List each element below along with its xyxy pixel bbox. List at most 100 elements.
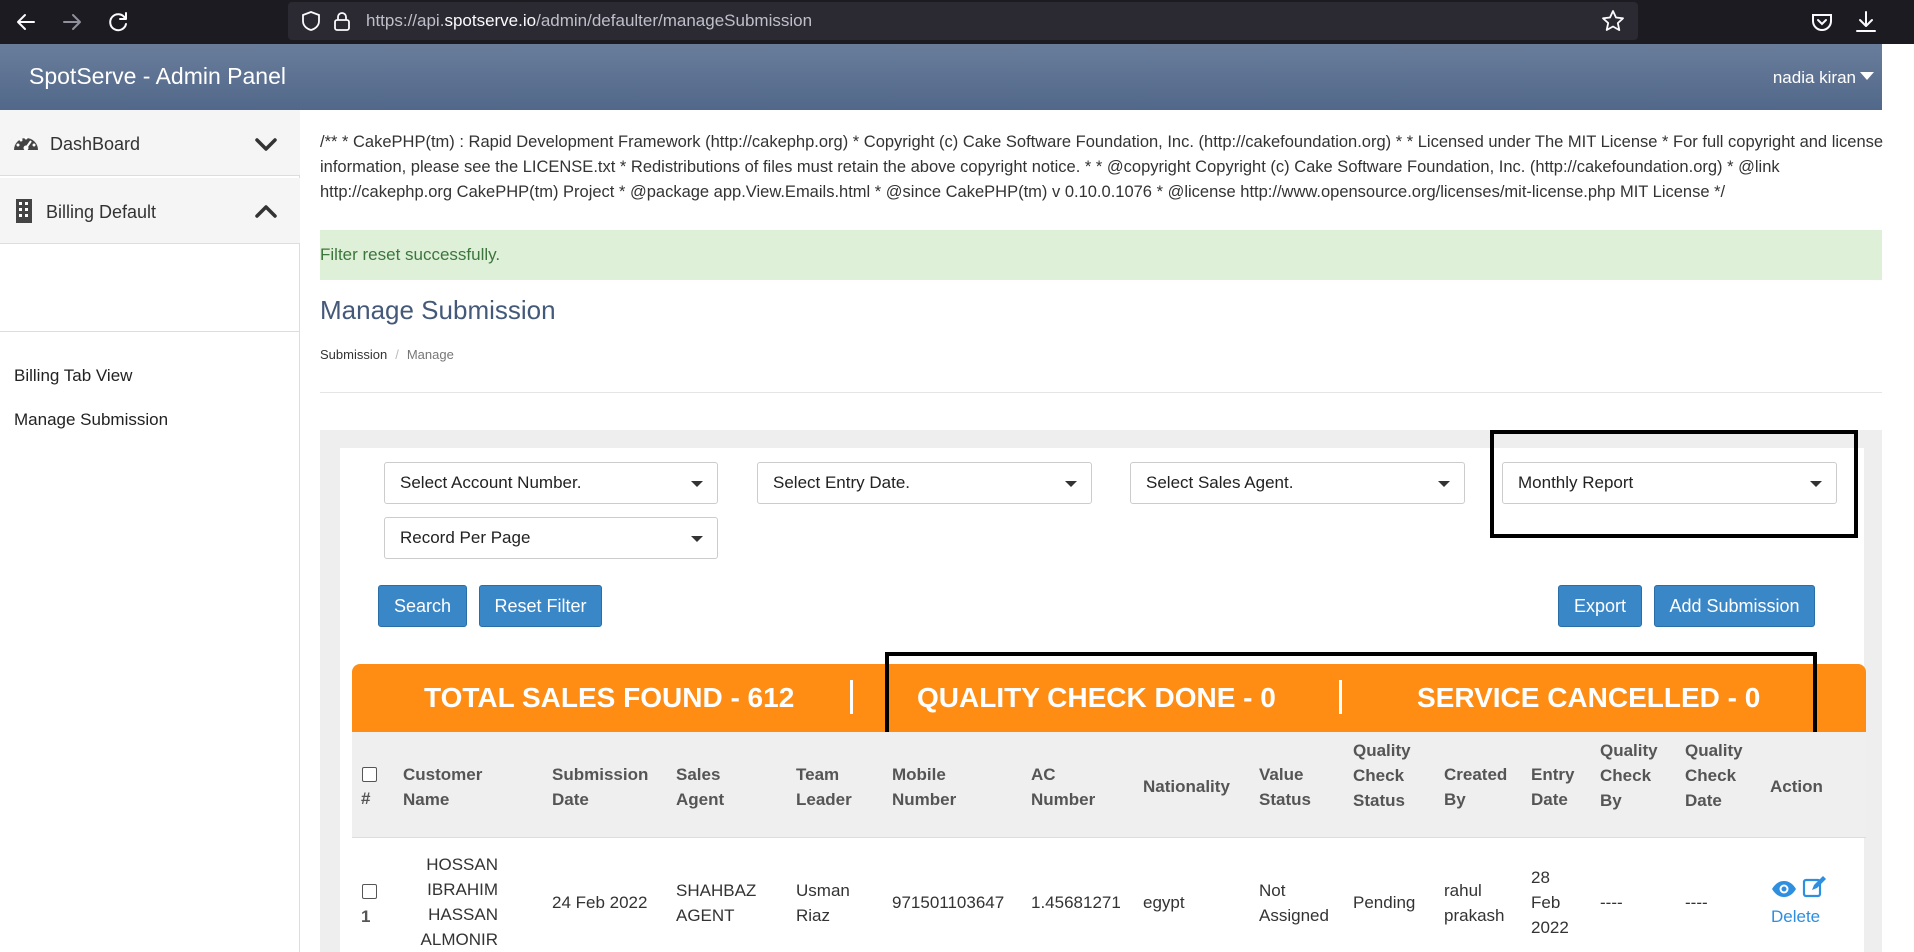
cell-line: Assigned xyxy=(1259,906,1329,925)
caret-down-icon xyxy=(1065,481,1077,487)
th-line: Status xyxy=(1259,790,1311,809)
caret-down-icon xyxy=(1438,481,1450,487)
th-action: Action xyxy=(1770,777,1823,796)
th-ac-number[interactable]: AC Number xyxy=(1031,762,1095,812)
summary-separator xyxy=(850,680,853,714)
th-sales-agent[interactable]: Sales Agent xyxy=(676,762,724,812)
th-qc-status[interactable]: Quality Check Status xyxy=(1353,738,1411,813)
cell-line: 2022 xyxy=(1531,918,1569,937)
entry-date-value: Select Entry Date. xyxy=(773,473,911,492)
cell-line: SHAHBAZ xyxy=(676,881,757,900)
th-line: By xyxy=(1444,790,1466,809)
sidebar-item-dashboard[interactable]: DashBoard xyxy=(0,110,300,176)
th-line: Entry xyxy=(1531,765,1575,784)
table-header: # Customer Name Submission Date Sales Agent… xyxy=(352,732,1866,838)
row-checkbox[interactable] xyxy=(362,884,377,899)
th-line: Quality xyxy=(1685,741,1743,760)
record-per-page-value: Record Per Page xyxy=(400,528,531,547)
user-name: nadia kiran xyxy=(1772,68,1856,87)
success-alert: Filter reset successfully. xyxy=(320,230,1882,280)
th-line: Quality xyxy=(1353,741,1411,760)
cell-qc-date: ---- xyxy=(1685,893,1708,912)
account-number-select[interactable]: Select Account Number. xyxy=(384,462,718,504)
th-customer-name[interactable]: Customer Name xyxy=(403,762,482,812)
th-mobile-number[interactable]: Mobile Number xyxy=(892,762,956,812)
export-button[interactable]: Export xyxy=(1558,585,1642,627)
caret-down-icon xyxy=(1860,72,1874,80)
page-title: Manage Submission xyxy=(320,295,556,325)
dashboard-icon xyxy=(12,130,40,156)
cell-qc-status: Pending xyxy=(1353,893,1416,912)
cell-line: Riaz xyxy=(796,906,831,925)
th-line: Date xyxy=(1531,790,1568,809)
divider xyxy=(320,392,1882,393)
th-created-by[interactable]: Created By xyxy=(1444,762,1507,812)
th-line: Customer xyxy=(403,765,483,784)
shield-icon[interactable] xyxy=(300,10,322,32)
pocket-icon[interactable] xyxy=(1808,8,1836,36)
chevron-up-icon xyxy=(254,200,278,224)
address-bar[interactable]: https://api.spotserve.io/admin/defaulter… xyxy=(288,2,1638,40)
select-all-checkbox[interactable] xyxy=(362,767,377,782)
th-line: Date xyxy=(552,790,589,809)
th-line: Check xyxy=(1353,766,1405,785)
th-line: Check xyxy=(1600,766,1652,785)
th-entry-date[interactable]: Entry Date xyxy=(1531,762,1574,812)
lock-icon[interactable] xyxy=(332,10,352,32)
url-text[interactable]: https://api.spotserve.io/admin/defaulter… xyxy=(366,11,812,31)
cell-line: IBRAHIM xyxy=(427,880,498,899)
th-team-leader[interactable]: Team Leader xyxy=(796,762,852,812)
bookmark-star-icon[interactable] xyxy=(1600,8,1626,34)
sidebar-link-manage-submission[interactable]: Manage Submission xyxy=(14,410,168,430)
cell-mobile-number: 971501103647 xyxy=(892,893,1005,912)
th-line: Created xyxy=(1444,765,1508,784)
account-number-value: Select Account Number. xyxy=(400,473,582,492)
building-icon xyxy=(12,198,40,224)
download-icon[interactable] xyxy=(1852,8,1880,36)
th-line: Number xyxy=(892,790,957,809)
caret-down-icon xyxy=(691,481,703,487)
add-submission-button[interactable]: Add Submission xyxy=(1654,585,1815,627)
breadcrumb: Submission / Manage xyxy=(320,347,454,362)
reset-filter-button[interactable]: Reset Filter xyxy=(479,585,602,627)
app-title[interactable]: SpotServe - Admin Panel xyxy=(29,63,286,90)
row-index: 1 xyxy=(361,907,371,926)
forward-arrow-icon[interactable] xyxy=(58,8,86,36)
th-qc-by[interactable]: Quality Check By xyxy=(1600,738,1658,813)
entry-date-select[interactable]: Select Entry Date. xyxy=(757,462,1092,504)
record-per-page-select[interactable]: Record Per Page xyxy=(384,517,718,559)
breadcrumb-current: Manage xyxy=(406,347,454,362)
search-button[interactable]: Search xyxy=(378,585,467,627)
sidebar-item-billing-default[interactable]: Billing Default xyxy=(0,178,300,244)
sidebar-item-label: DashBoard xyxy=(50,134,141,154)
user-menu[interactable]: nadia kiran xyxy=(1773,68,1874,88)
cell-created-by: rahul prakash xyxy=(1444,878,1504,928)
sidebar-link-billing-tab-view[interactable]: Billing Tab View xyxy=(14,366,132,386)
sales-agent-select[interactable]: Select Sales Agent. xyxy=(1130,462,1465,504)
breadcrumb-submission[interactable]: Submission xyxy=(320,347,387,362)
cell-line: rahul xyxy=(1444,881,1482,900)
breadcrumb-separator: / xyxy=(395,347,399,362)
th-line: Sales xyxy=(676,765,721,784)
th-line: Quality xyxy=(1600,741,1658,760)
th-line: Name xyxy=(403,790,450,809)
edit-icon[interactable] xyxy=(1802,874,1828,898)
reload-icon[interactable] xyxy=(104,8,132,36)
chevron-down-icon xyxy=(254,132,278,156)
th-line: Agent xyxy=(676,790,725,809)
th-value-status[interactable]: Value Status xyxy=(1259,762,1311,812)
browser-toolbar: https://api.spotserve.io/admin/defaulter… xyxy=(0,0,1914,44)
th-nationality[interactable]: Nationality xyxy=(1143,774,1230,799)
th-submission-date[interactable]: Submission Date xyxy=(552,762,648,812)
cell-entry-date: 28 Feb 2022 xyxy=(1531,865,1569,940)
delete-link[interactable]: Delete xyxy=(1771,904,1820,929)
caret-down-icon xyxy=(691,536,703,542)
cell-line: ALMONIR xyxy=(420,930,498,949)
back-arrow-icon[interactable] xyxy=(12,8,40,36)
view-eye-icon[interactable] xyxy=(1771,878,1797,900)
cell-nationality: egypt xyxy=(1143,893,1185,912)
cell-line: Not xyxy=(1259,881,1286,900)
license-comment-text: /** * CakePHP(tm) : Rapid Development Fr… xyxy=(320,133,1884,201)
cell-submission-date: 24 Feb 2022 xyxy=(552,893,648,912)
th-qc-date[interactable]: Quality Check Date xyxy=(1685,738,1743,813)
